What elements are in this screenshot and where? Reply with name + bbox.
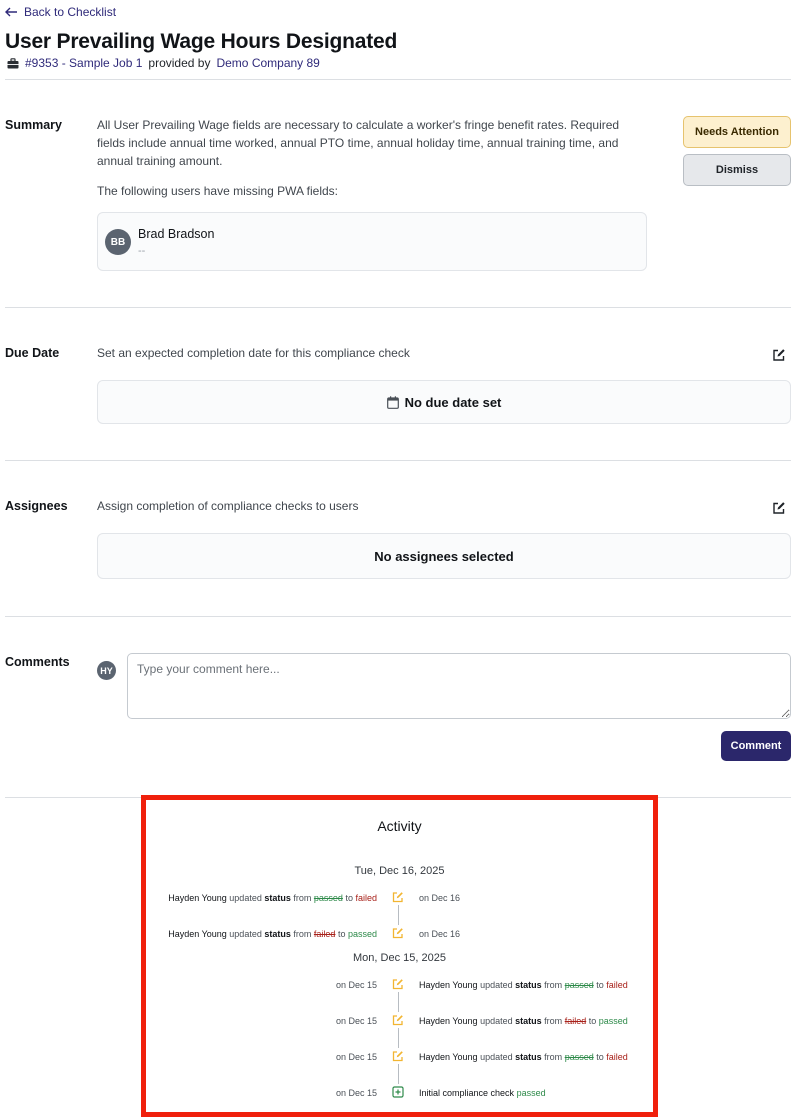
edit-assignees-icon[interactable] [772, 501, 786, 515]
back-link-label: Back to Checklist [24, 5, 117, 19]
page-subtitle: #9353 - Sample Job 1 provided by Demo Co… [7, 56, 320, 70]
due-date-label: Due Date [5, 346, 60, 360]
edit-icon [392, 892, 403, 903]
comments-label: Comments [5, 655, 70, 669]
avatar: BB [105, 229, 131, 255]
edit-due-date-icon[interactable] [772, 348, 786, 362]
due-date-display[interactable]: No due date set [97, 380, 791, 424]
activity-entry: Hayden Young updated status from failed … [168, 929, 377, 939]
edit-icon [392, 1015, 403, 1026]
activity-entry: Initial compliance check passed [419, 1088, 546, 1098]
edit-icon [392, 979, 403, 990]
activity-entry-date: on Dec 15 [335, 1088, 377, 1098]
summary-label: Summary [5, 118, 62, 132]
activity-title: Activity [377, 818, 422, 834]
arrow-left-icon [5, 7, 17, 17]
activity-entry: Hayden Young updated status from failed … [419, 1016, 628, 1026]
page-title: User Prevailing Wage Hours Designated [5, 30, 398, 53]
needs-attention-button[interactable]: Needs Attention [683, 116, 791, 148]
divider [5, 616, 791, 617]
activity-date-heading: Mon, Dec 15, 2025 [353, 952, 446, 964]
calendar-icon [386, 395, 399, 409]
timeline-connector [398, 1028, 399, 1048]
assignees-display[interactable]: No assignees selected [97, 533, 791, 579]
due-date-value: No due date set [404, 394, 502, 410]
edit-icon [392, 928, 403, 939]
activity-entry-date: on Dec 16 [419, 893, 461, 903]
edit-icon [392, 1051, 403, 1062]
missing-user-card: BB Brad Bradson -- [97, 212, 647, 271]
activity-entry-date: on Dec 15 [335, 1052, 377, 1062]
activity-entry-date: on Dec 15 [335, 980, 377, 990]
assignees-value: No assignees selected [374, 548, 514, 564]
comment-input[interactable] [127, 653, 791, 719]
user-name: Brad Bradson [138, 227, 215, 241]
user-detail: -- [138, 245, 146, 257]
activity-entry: Hayden Young updated status from passed … [168, 893, 377, 903]
commenter-avatar: HY [97, 661, 116, 680]
dismiss-button[interactable]: Dismiss [683, 154, 791, 186]
timeline-connector [398, 992, 399, 1012]
activity-entry-date: on Dec 15 [335, 1016, 377, 1026]
activity-entry: Hayden Young updated status from passed … [419, 980, 628, 990]
timeline-connector [398, 905, 399, 925]
briefcase-icon [7, 57, 19, 68]
activity-date-heading: Tue, Dec 16, 2025 [354, 865, 445, 877]
activity-entry: Hayden Young updated status from passed … [419, 1052, 628, 1062]
job-link[interactable]: #9353 - Sample Job 1 [25, 56, 142, 70]
timeline-connector [398, 1064, 399, 1084]
provided-by-text: provided by [148, 56, 211, 70]
comment-submit-button[interactable]: Comment [721, 731, 791, 761]
due-date-description: Set an expected completion date for this… [97, 346, 410, 360]
divider [5, 79, 791, 80]
divider [5, 460, 791, 461]
activity-entry-date: on Dec 16 [419, 929, 461, 939]
divider [5, 307, 791, 308]
plus-square-icon [392, 1086, 404, 1098]
back-to-checklist-link[interactable]: Back to Checklist [5, 5, 116, 19]
assignees-label: Assignees [5, 499, 68, 513]
company-link[interactable]: Demo Company 89 [216, 56, 319, 70]
summary-description: All User Prevailing Wage fields are nece… [97, 118, 620, 168]
missing-fields-heading: The following users have missing PWA fie… [97, 184, 338, 198]
assignees-description: Assign completion of compliance checks t… [97, 499, 359, 513]
